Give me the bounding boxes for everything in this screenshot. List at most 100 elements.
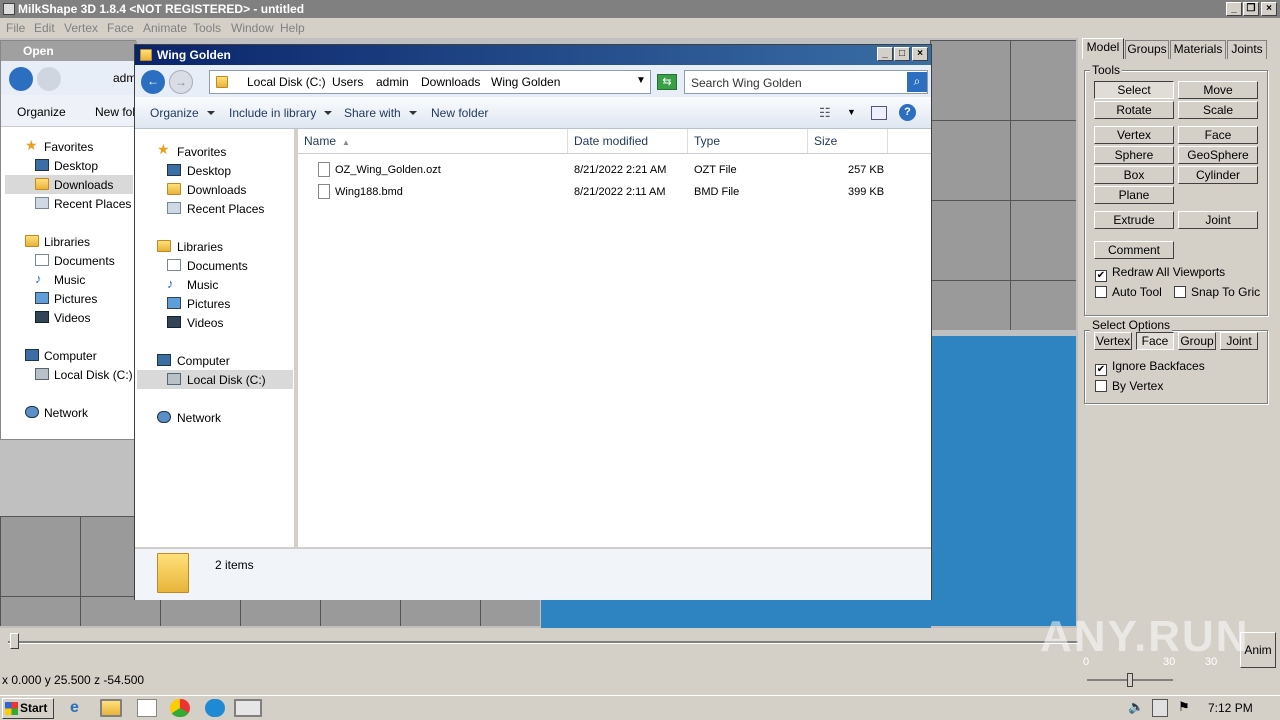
menu-help[interactable]: Help (280, 21, 305, 35)
address-dropdown-icon[interactable]: ▼ (636, 75, 646, 86)
nav-downloads[interactable]: Downloads (54, 178, 113, 192)
nav-music[interactable]: Music (187, 278, 218, 292)
snap-to-grid-checkbox[interactable]: Snap To Gric (1174, 285, 1260, 299)
ignore-backfaces-checkbox[interactable]: ✔ Ignore Backfaces (1095, 359, 1205, 376)
rotate-tool-button[interactable]: Rotate (1094, 101, 1174, 119)
column-type[interactable]: Type (688, 129, 808, 153)
comment-tool-button[interactable]: Comment (1094, 241, 1174, 259)
nav-desktop[interactable]: Desktop (187, 164, 231, 178)
nav-desktop[interactable]: Desktop (54, 159, 98, 173)
forward-button[interactable]: → (169, 70, 193, 94)
menu-vertex[interactable]: Vertex (64, 21, 98, 35)
auto-tool-checkbox[interactable]: Auto Tool (1095, 285, 1162, 299)
volume-icon[interactable]: 🔈 (1128, 699, 1148, 717)
crumb-admin[interactable]: admin (376, 75, 409, 89)
include-in-library-button[interactable]: Include in library (229, 106, 333, 120)
nav-network[interactable]: Network (44, 406, 88, 420)
edge-icon[interactable] (205, 699, 225, 717)
forward-icon[interactable] (37, 67, 61, 91)
share-with-button[interactable]: Share with (344, 106, 417, 120)
column-name[interactable]: Name ▲ (298, 129, 568, 153)
explorer-taskbar-icon[interactable] (100, 699, 122, 717)
start-button[interactable]: Start (2, 698, 54, 719)
tab-materials[interactable]: Materials (1170, 40, 1226, 59)
nav-libraries[interactable]: Libraries (44, 235, 90, 249)
maximize-button[interactable]: ❐ (1243, 2, 1259, 16)
redraw-all-viewports-checkbox[interactable]: ✔ Redraw All Viewports (1095, 265, 1225, 282)
preview-pane-icon[interactable] (871, 106, 887, 120)
column-date-modified[interactable]: Date modified (568, 129, 688, 153)
tab-model[interactable]: Model (1082, 38, 1124, 59)
nav-local-disk[interactable]: Local Disk (C:) (54, 368, 133, 382)
menu-tools[interactable]: Tools (193, 21, 221, 35)
nav-videos[interactable]: Videos (187, 316, 223, 330)
nav-documents[interactable]: Documents (187, 259, 248, 273)
column-size[interactable]: Size (808, 129, 888, 153)
open-new-folder-button[interactable]: New fol (95, 105, 135, 119)
crumb-users[interactable]: Users (332, 75, 363, 89)
open-organize-button[interactable]: Organize (17, 105, 66, 119)
plane-tool-button[interactable]: Plane (1094, 186, 1174, 204)
select-tool-button[interactable]: Select (1094, 81, 1174, 99)
media-player-icon[interactable] (137, 699, 157, 717)
back-button[interactable]: ← (141, 70, 165, 94)
flag-icon[interactable]: ⚑ (1178, 699, 1198, 717)
minimize-button[interactable]: _ (1226, 2, 1242, 16)
tab-joints[interactable]: Joints (1227, 40, 1267, 59)
nav-videos[interactable]: Videos (54, 311, 90, 325)
menu-animate[interactable]: Animate (143, 21, 187, 35)
viewport-top-right[interactable] (930, 40, 1076, 330)
face-tool-button[interactable]: Face (1178, 126, 1258, 144)
tab-groups[interactable]: Groups (1125, 40, 1169, 59)
by-vertex-checkbox[interactable]: By Vertex (1095, 379, 1163, 393)
network-tray-icon[interactable] (1152, 699, 1168, 717)
nav-favorites[interactable]: Favorites (177, 145, 226, 159)
crumb-wing-golden[interactable]: Wing Golden (491, 75, 560, 89)
nav-recent-places[interactable]: Recent Places (54, 197, 131, 211)
file-row[interactable]: OZ_Wing_Golden.ozt 8/21/2022 2:21 AM OZT… (298, 161, 898, 181)
select-face-button[interactable]: Face (1136, 332, 1174, 350)
sphere-tool-button[interactable]: Sphere (1094, 146, 1174, 164)
cylinder-tool-button[interactable]: Cylinder (1178, 166, 1258, 184)
help-icon[interactable]: ? (899, 104, 916, 121)
back-icon[interactable] (9, 67, 33, 91)
view-dropdown-icon[interactable]: ▼ (847, 107, 856, 117)
nav-favorites[interactable]: Favorites (44, 140, 93, 154)
menu-face[interactable]: Face (107, 21, 134, 35)
organize-button[interactable]: Organize (150, 106, 215, 120)
menu-window[interactable]: Window (231, 21, 274, 35)
timeline-slider-handle[interactable] (10, 633, 19, 649)
explorer-close-button[interactable]: × (912, 47, 928, 61)
nav-network[interactable]: Network (177, 411, 221, 425)
milkshape-taskbar-icon[interactable] (234, 699, 262, 717)
crumb-local-disk[interactable]: Local Disk (C:) (247, 75, 326, 89)
nav-libraries[interactable]: Libraries (177, 240, 223, 254)
joint-tool-button[interactable]: Joint (1178, 211, 1258, 229)
crumb-downloads[interactable]: Downloads (421, 75, 480, 89)
nav-computer[interactable]: Computer (177, 354, 230, 368)
geosphere-tool-button[interactable]: GeoSphere (1178, 146, 1258, 164)
close-button[interactable]: × (1261, 2, 1277, 16)
select-vertex-button[interactable]: Vertex (1094, 332, 1132, 350)
chrome-icon[interactable] (170, 699, 190, 717)
search-input[interactable]: Search Wing Golden ⌕ (684, 70, 928, 94)
address-bar[interactable]: Local Disk (C:) Users admin Downloads Wi… (209, 70, 651, 94)
nav-pictures[interactable]: Pictures (54, 292, 97, 306)
viewport-3d[interactable] (930, 336, 1076, 626)
internet-explorer-icon[interactable]: e (70, 699, 90, 717)
nav-documents[interactable]: Documents (54, 254, 115, 268)
nav-local-disk[interactable]: Local Disk (C:) (187, 373, 266, 387)
move-tool-button[interactable]: Move (1178, 81, 1258, 99)
nav-recent-places[interactable]: Recent Places (187, 202, 264, 216)
view-options-icon[interactable]: ☷ (819, 105, 831, 121)
new-folder-button[interactable]: New folder (431, 106, 488, 120)
nav-pictures[interactable]: Pictures (187, 297, 230, 311)
extrude-tool-button[interactable]: Extrude (1094, 211, 1174, 229)
menu-file[interactable]: File (6, 21, 25, 35)
explorer-minimize-button[interactable]: _ (877, 47, 893, 61)
nav-computer[interactable]: Computer (44, 349, 97, 363)
explorer-maximize-button[interactable]: □ (894, 47, 910, 61)
box-tool-button[interactable]: Box (1094, 166, 1174, 184)
scale-tool-button[interactable]: Scale (1178, 101, 1258, 119)
select-joint-button[interactable]: Joint (1220, 332, 1258, 350)
